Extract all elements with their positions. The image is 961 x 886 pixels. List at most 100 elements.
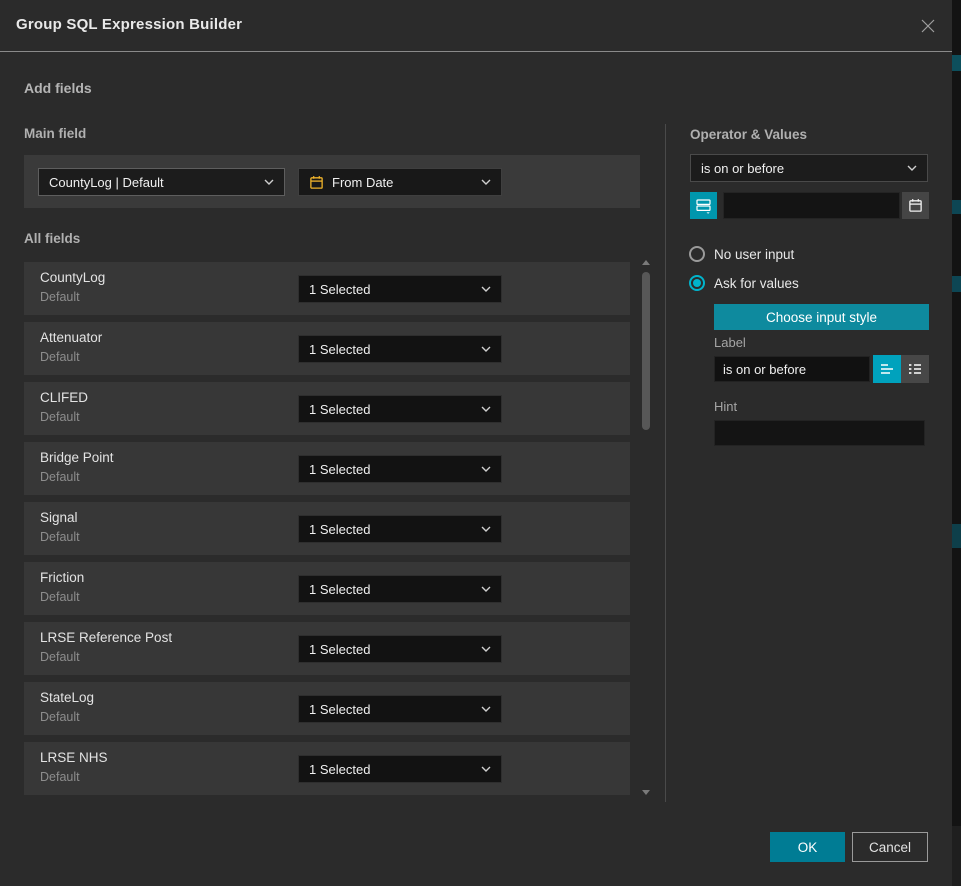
chevron-down-icon [481, 706, 491, 712]
field-selected-dropdown[interactable]: 1 Selected [298, 575, 502, 603]
radio-no-user-input[interactable]: No user input [689, 246, 794, 262]
background-accent-fragment [952, 55, 961, 71]
value-input[interactable] [723, 192, 900, 219]
background-accent-fragment [952, 826, 961, 886]
single-line-style-button[interactable] [873, 355, 901, 383]
chevron-down-icon [481, 286, 491, 292]
selected-count: 1 Selected [309, 642, 481, 657]
field-selected-dropdown[interactable]: 1 Selected [298, 335, 502, 363]
align-left-lines-icon [879, 362, 895, 376]
cancel-button[interactable]: Cancel [852, 832, 928, 862]
hint-caption: Hint [714, 399, 737, 414]
selected-count: 1 Selected [309, 522, 481, 537]
chevron-down-icon [481, 179, 491, 185]
radio-no-user-input-label: No user input [714, 247, 794, 262]
ok-button[interactable]: OK [770, 832, 845, 862]
field-sublabel: Default [40, 350, 80, 364]
field-row: Friction Default 1 Selected [24, 562, 630, 615]
scrollbar-thumb[interactable] [642, 272, 650, 430]
add-fields-heading: Add fields [24, 80, 92, 96]
chevron-down-icon [264, 179, 274, 185]
field-name: Bridge Point [40, 450, 114, 465]
hint-input[interactable] [714, 420, 925, 446]
selected-count: 1 Selected [309, 402, 481, 417]
group-sql-expression-builder-dialog: Group SQL Expression Builder Add fields … [0, 0, 952, 886]
scroll-down-arrow[interactable] [641, 789, 651, 795]
main-layer-select-value: CountyLog | Default [49, 175, 264, 190]
chevron-down-icon [481, 406, 491, 412]
field-row: CLIFED Default 1 Selected [24, 382, 630, 435]
field-sublabel: Default [40, 290, 80, 304]
screen: Group SQL Expression Builder Add fields … [0, 0, 961, 886]
main-field-select[interactable]: From Date [298, 168, 502, 196]
date-picker-button[interactable] [902, 192, 929, 219]
chevron-down-icon [481, 346, 491, 352]
radio-ask-for-values-label: Ask for values [714, 276, 799, 291]
label-caption: Label [714, 335, 746, 350]
calendar-date-icon [309, 175, 324, 190]
field-row: Bridge Point Default 1 Selected [24, 442, 630, 495]
selected-count: 1 Selected [309, 462, 481, 477]
field-row: LRSE Reference Post Default 1 Selected [24, 622, 630, 675]
field-row: SignalDefault1 Selected [24, 502, 630, 555]
field-selected-dropdown[interactable]: 1 Selected [298, 395, 502, 423]
chevron-down-icon [481, 526, 491, 532]
panel-divider [665, 124, 666, 802]
chevron-down-icon [481, 466, 491, 472]
selected-count: 1 Selected [309, 702, 481, 717]
field-selected-dropdown[interactable]: 1 Selected [298, 275, 502, 303]
field-name: Friction [40, 570, 84, 585]
field-name: StateLog [40, 690, 94, 705]
all-fields-list: CountyLogDefault1 SelectedAttenuatorDefa… [24, 262, 630, 802]
chevron-down-icon [481, 586, 491, 592]
dialog-title: Group SQL Expression Builder [16, 16, 242, 33]
operator-select[interactable]: is on or before [690, 154, 928, 182]
field-selected-dropdown[interactable]: 1 Selected [298, 635, 502, 663]
selected-count: 1 Selected [309, 582, 481, 597]
choose-input-style-button[interactable]: Choose input style [714, 304, 929, 330]
dialog-titlebar: Group SQL Expression Builder [0, 0, 952, 52]
list-style-button[interactable] [901, 355, 929, 383]
label-input[interactable] [714, 356, 870, 382]
field-selected-dropdown[interactable]: 1 Selected [298, 515, 502, 543]
chevron-down-icon [907, 165, 917, 171]
operator-values-heading: Operator & Values [690, 127, 807, 142]
field-sublabel: Default [40, 410, 80, 424]
selected-count: 1 Selected [309, 762, 481, 777]
input-type-button[interactable] [690, 192, 717, 219]
background-accent-fragment [952, 524, 961, 548]
chevron-down-icon [481, 766, 491, 772]
field-sublabel: Default [40, 530, 80, 544]
field-name: CLIFED [40, 390, 88, 405]
field-sublabel: Default [40, 590, 80, 604]
field-sublabel: Default [40, 650, 80, 664]
field-sublabel: Default [40, 770, 80, 784]
field-sublabel: Default [40, 470, 80, 484]
main-field-label: Main field [24, 126, 86, 141]
all-fields-label: All fields [24, 231, 80, 246]
field-selected-dropdown[interactable]: 1 Selected [298, 455, 502, 483]
field-row: AttenuatorDefault1 Selected [24, 322, 630, 375]
field-sublabel: Default [40, 710, 80, 724]
field-row: LRSE NHS Default 1 Selected [24, 742, 630, 795]
field-row: StateLog Default 1 Selected [24, 682, 630, 735]
field-name: LRSE NHS [40, 750, 108, 765]
background-page-strip [952, 0, 961, 886]
operator-select-value: is on or before [701, 161, 907, 176]
stacked-rows-icon [695, 197, 712, 214]
radio-circle-icon [689, 246, 705, 262]
field-selected-dropdown[interactable]: 1 Selected [298, 695, 502, 723]
background-accent-fragment [952, 200, 961, 214]
chevron-down-icon [481, 646, 491, 652]
scroll-up-arrow[interactable] [641, 259, 651, 265]
main-field-select-value: From Date [332, 175, 481, 190]
radio-selected-icon [689, 275, 705, 291]
main-layer-select[interactable]: CountyLog | Default [38, 168, 285, 196]
field-selected-dropdown[interactable]: 1 Selected [298, 755, 502, 783]
selected-count: 1 Selected [309, 282, 481, 297]
close-icon[interactable] [916, 14, 940, 38]
field-name: LRSE Reference Post [40, 630, 172, 645]
main-field-band: CountyLog | Default From Date [24, 155, 640, 208]
radio-ask-for-values[interactable]: Ask for values [689, 275, 799, 291]
selected-count: 1 Selected [309, 342, 481, 357]
